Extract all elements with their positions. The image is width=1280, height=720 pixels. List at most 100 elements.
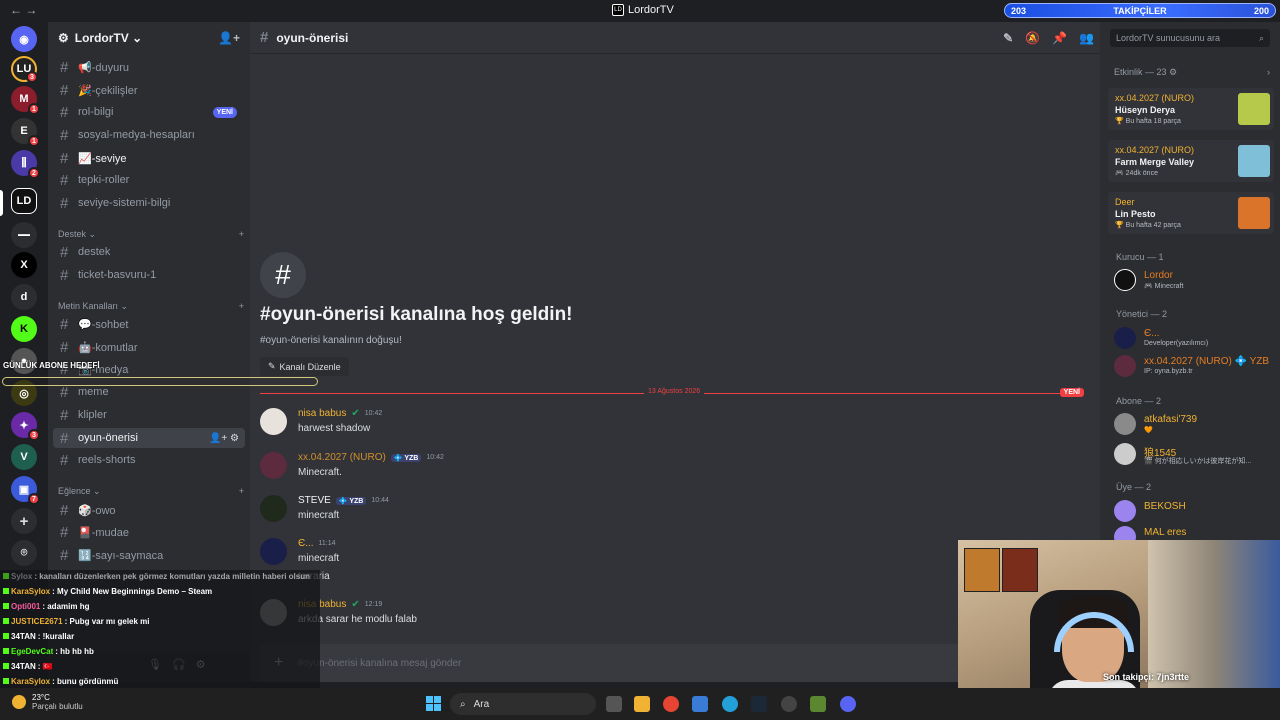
server-icon-x[interactable]: X bbox=[11, 252, 37, 278]
hash-icon: # bbox=[260, 29, 269, 46]
channel-rol-bilgi[interactable]: # rol-bilgi YENİ bbox=[53, 102, 245, 122]
category-eglence[interactable]: Eğlence ⌄ + bbox=[58, 486, 244, 497]
add-channel-icon[interactable]: + bbox=[239, 229, 244, 240]
chevron-right-icon[interactable]: › bbox=[1267, 67, 1270, 78]
channel-seviye[interactable]: # 📈-seviye bbox=[53, 148, 245, 168]
add-channel-icon[interactable]: + bbox=[239, 486, 244, 497]
server-icon-lu[interactable]: LU 3 bbox=[11, 56, 38, 83]
add-channel-icon[interactable]: + bbox=[239, 301, 244, 312]
role-tag: 💠 YZB bbox=[390, 453, 422, 462]
channel-seviye-sistemi[interactable]: # seviye-sistemi-bilgi bbox=[53, 193, 245, 213]
member-row[interactable]: BEKOSH bbox=[1114, 499, 1274, 523]
member-row[interactable]: Є... Developer(yazılımcı) bbox=[1114, 326, 1274, 350]
server-icon-valorant[interactable]: V bbox=[11, 444, 37, 470]
role-tag-label: YZB bbox=[404, 454, 419, 462]
channel-oyun-onerisi[interactable]: # oyun-önerisi 👤+ ⚙ bbox=[53, 428, 245, 448]
author-name[interactable]: STEVE bbox=[298, 495, 331, 506]
server-icon-lordortv[interactable]: LD bbox=[11, 188, 37, 214]
threads-icon[interactable]: ✎ bbox=[1003, 31, 1013, 45]
server-icon-text[interactable]: ▬▬ bbox=[11, 222, 37, 248]
discord-home-icon[interactable]: ◉ bbox=[11, 26, 37, 52]
group-header-uye: Üye — 2 bbox=[1116, 482, 1152, 492]
server-badge: 3 bbox=[26, 71, 38, 83]
welcome-subtitle: #oyun-önerisi kanalının doğuşu! bbox=[260, 335, 402, 346]
server-icon-e[interactable]: E1 bbox=[11, 118, 40, 147]
member-row[interactable]: 狼1545 🎬 何が相応しいかは彼岸花が知... bbox=[1114, 442, 1274, 466]
diamond-icon: 💠 bbox=[338, 497, 350, 505]
activity-card[interactable]: xx.04.2027 (NURO) Hüseyn Derya 🏆 Bu haft… bbox=[1108, 88, 1274, 130]
channel-sosyal-medya[interactable]: # sosyal-medya-hesapları bbox=[53, 125, 245, 145]
activity-card[interactable]: Deer Lin Pesto 🏆 Bu hafta 42 parça bbox=[1108, 192, 1274, 234]
channel-tepki-roller[interactable]: # tepki-roller bbox=[53, 170, 245, 190]
add-server-icon[interactable]: + bbox=[11, 508, 37, 534]
channel-settings-icon[interactable]: 👤+ ⚙ bbox=[209, 433, 239, 444]
file-explorer-icon[interactable] bbox=[634, 696, 650, 712]
channel-reels-shorts[interactable]: # reels-shorts bbox=[53, 450, 245, 470]
store-icon[interactable] bbox=[692, 696, 708, 712]
server-icon-m[interactable]: M1 bbox=[11, 86, 40, 115]
member-row[interactable]: Lordor 🎮 Minecraft bbox=[1114, 268, 1274, 292]
member-name: BEKOSH bbox=[1144, 501, 1186, 512]
channel-cekilisler[interactable]: # 🎉-çekilişler bbox=[53, 80, 245, 100]
member-list-icon[interactable]: 👥 bbox=[1079, 31, 1094, 45]
channel-mudae[interactable]: # 🎴-mudae bbox=[53, 522, 245, 542]
avatar[interactable] bbox=[260, 452, 287, 479]
author-name[interactable]: Є... bbox=[298, 538, 314, 549]
member-row[interactable]: xx.04.2027 (NURO) 💠 YZB IP: oyna.byzb.tr bbox=[1114, 354, 1274, 378]
channel-komutlar[interactable]: # 🤖-komutlar bbox=[53, 337, 245, 357]
steam-icon[interactable] bbox=[751, 696, 767, 712]
category-metin[interactable]: Metin Kanalları ⌄ + bbox=[58, 301, 244, 312]
chat-row: Opti001: adamim hg bbox=[3, 602, 89, 611]
obs-icon[interactable] bbox=[781, 696, 797, 712]
server-icon-purple[interactable]: ✦ 3 bbox=[11, 412, 40, 441]
member-row[interactable]: atkafasi'739 🧡 bbox=[1114, 412, 1274, 436]
avatar[interactable] bbox=[260, 538, 287, 565]
server-icon-d[interactable]: d bbox=[11, 284, 37, 310]
hash-icon: # bbox=[60, 406, 69, 424]
sub-goal-bar bbox=[2, 377, 318, 386]
channel-owo[interactable]: # 🎲-owo bbox=[53, 500, 245, 520]
notifications-muted-icon[interactable]: 🔕 bbox=[1025, 31, 1040, 45]
edge-icon[interactable] bbox=[722, 696, 738, 712]
channel-sohbet[interactable]: # 💬-sohbet bbox=[53, 314, 245, 334]
kick-badge-icon bbox=[3, 573, 9, 579]
start-menu-icon[interactable] bbox=[426, 696, 441, 711]
message-text: Minecraft. bbox=[298, 467, 342, 478]
invite-people-icon[interactable]: 👤+ bbox=[218, 31, 240, 45]
taskbar-search[interactable]: ⌕ Ara bbox=[450, 693, 596, 715]
server-search-input[interactable]: LordorTV sunucusunu ara ⌕ bbox=[1110, 29, 1270, 47]
guild-name: LordorTV ⌄ bbox=[74, 31, 143, 45]
channel-klipler[interactable]: # klipler bbox=[53, 405, 245, 425]
minecraft-icon[interactable] bbox=[810, 696, 826, 712]
server-icon-blue[interactable]: ▣ 7 bbox=[11, 476, 40, 505]
explore-servers-icon[interactable]: ⌾ bbox=[11, 540, 37, 566]
channel-duyuru[interactable]: # 📢-duyuru bbox=[53, 57, 245, 77]
activity-user: xx.04.2027 (NURO) bbox=[1115, 93, 1195, 103]
message-header: STEVE 💠 YZB 10:44 bbox=[298, 495, 389, 506]
header-toolbar: ✎ 🔕 📌 👥 bbox=[1003, 31, 1094, 45]
weather-widget[interactable]: 23°C Parçalı bulutlu bbox=[12, 693, 83, 711]
pin-icon[interactable]: 📌 bbox=[1052, 31, 1067, 45]
avatar[interactable] bbox=[260, 408, 287, 435]
avatar[interactable] bbox=[260, 495, 287, 522]
guild-header[interactable]: ⚙ LordorTV ⌄ 👤+ bbox=[48, 22, 250, 54]
activity-card[interactable]: xx.04.2027 (NURO) Farm Merge Valley 🎮 24… bbox=[1108, 140, 1274, 182]
channel-ticket[interactable]: # ticket-basvuru-1 bbox=[53, 265, 245, 285]
channel-sayi-saymaca[interactable]: # 🔢-sayı-saymaca bbox=[53, 545, 245, 565]
author-name[interactable]: nisa babus bbox=[298, 408, 346, 419]
chrome-icon[interactable] bbox=[663, 696, 679, 712]
navigation-arrows-icon[interactable]: ← → bbox=[10, 3, 37, 17]
server-icon-audio[interactable]: ⫼ 2 bbox=[11, 150, 40, 179]
discord-icon[interactable] bbox=[840, 696, 856, 712]
composer-placeholder[interactable]: #oyun-önerisi kanalına mesaj gönder bbox=[297, 658, 461, 669]
category-destek[interactable]: Destek ⌄ + bbox=[58, 229, 244, 240]
channel-destek[interactable]: # destek bbox=[53, 242, 245, 262]
hash-icon: # bbox=[60, 103, 69, 121]
task-view-icon[interactable] bbox=[606, 696, 622, 712]
member-status: IP: oyna.byzb.tr bbox=[1144, 368, 1193, 375]
server-icon-kick[interactable]: K bbox=[11, 316, 37, 342]
activity-header[interactable]: Etkinlik — 23 ⚙ › bbox=[1114, 67, 1270, 78]
channel-label: ticket-basvuru-1 bbox=[78, 269, 157, 281]
hash-icon: # bbox=[60, 126, 69, 144]
author-name[interactable]: xx.04.2027 (NURO) bbox=[298, 452, 386, 463]
